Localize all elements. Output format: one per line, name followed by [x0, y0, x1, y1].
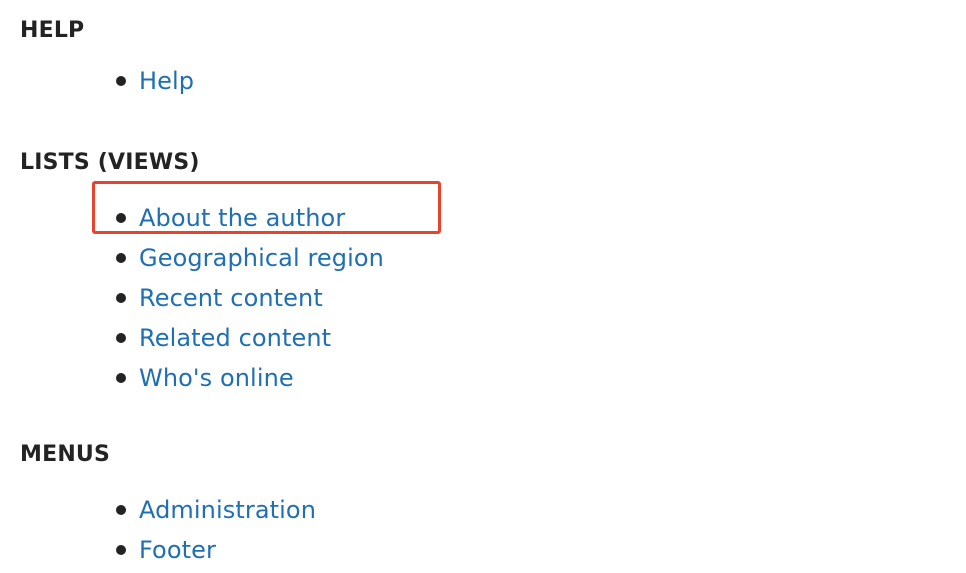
section-lists-views: LISTS (VIEWS) About the author Geographi… [20, 149, 940, 398]
bullet-icon [116, 373, 126, 383]
bullet-icon [116, 545, 126, 555]
list-item: Related content [114, 318, 966, 358]
section-title-help: HELP [20, 18, 85, 43]
list-item: Administration [114, 490, 966, 530]
link-administration[interactable]: Administration [139, 496, 316, 524]
page: HELP Help LISTS (VIEWS) About the author… [0, 0, 966, 564]
list-item: About the author [114, 198, 966, 238]
link-recent-content[interactable]: Recent content [139, 284, 323, 312]
bullet-icon [116, 213, 126, 223]
section-title-menus: MENUS [20, 442, 111, 467]
bullet-icon [116, 76, 126, 86]
list-item: Help [114, 61, 966, 101]
link-help[interactable]: Help [139, 67, 194, 95]
bullet-icon [116, 293, 126, 303]
bullet-icon [116, 333, 126, 343]
list-item: Geographical region [114, 238, 966, 278]
list-item: Recent content [114, 278, 966, 318]
list-item: Footer [114, 530, 966, 570]
list-item: Who's online [114, 358, 966, 398]
link-related-content[interactable]: Related content [139, 324, 331, 352]
section-help: HELP Help [20, 17, 940, 101]
link-list-lists-views: About the author Geographical region Rec… [114, 198, 966, 398]
link-list-help: Help [114, 61, 966, 101]
bullet-icon [116, 505, 126, 515]
link-footer[interactable]: Footer [139, 536, 216, 564]
bullet-icon [116, 253, 126, 263]
link-whos-online[interactable]: Who's online [139, 364, 294, 392]
link-geographical-region[interactable]: Geographical region [139, 244, 384, 272]
link-about-the-author[interactable]: About the author [139, 204, 345, 232]
section-menus: MENUS Administration Footer [20, 441, 940, 570]
section-title-lists-views: LISTS (VIEWS) [20, 150, 200, 175]
link-list-menus: Administration Footer [114, 490, 966, 570]
